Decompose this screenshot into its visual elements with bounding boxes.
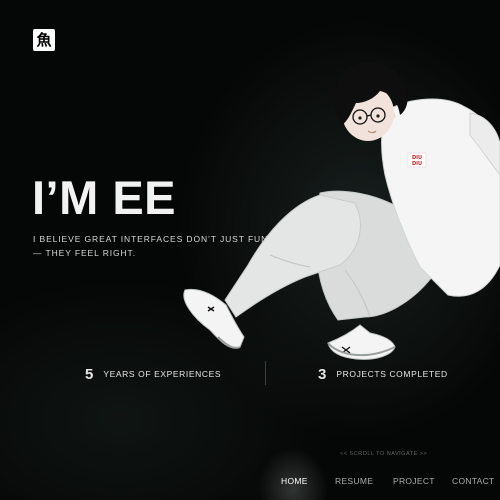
hero-title: I’M EE [32,171,177,224]
stat-years-number: 5 [85,365,94,383]
stat-years: 5 YEARS OF EXPERIENCES [85,364,221,384]
nav-resume[interactable]: RESUME [335,476,373,486]
svg-text:DIU: DIU [412,161,422,167]
character-illustration: DIU DIU [183,61,500,360]
nav-active-glow [258,448,328,500]
stats-divider [265,361,266,385]
nav-contact[interactable]: CONTACT [452,476,495,486]
stat-projects-number: 3 [318,365,327,383]
scroll-hint: << SCROLL TO NAVIGATE >> [340,451,428,457]
nav-project[interactable]: PROJECT [393,476,435,486]
nav-home[interactable]: HOME [281,476,308,486]
logo-icon[interactable]: 魚 [33,29,55,51]
main-nav: HOME RESUME PROJECT CONTACT [0,476,500,490]
stat-years-label: YEARS OF EXPERIENCES [103,369,222,379]
stat-projects: 3 PROJECTS COMPLETED [318,364,448,384]
stat-projects-label: PROJECTS COMPLETED [336,369,448,379]
landing-page: 魚 I’M EE I BELIEVE GREAT INTERFACES DON’… [0,0,500,500]
